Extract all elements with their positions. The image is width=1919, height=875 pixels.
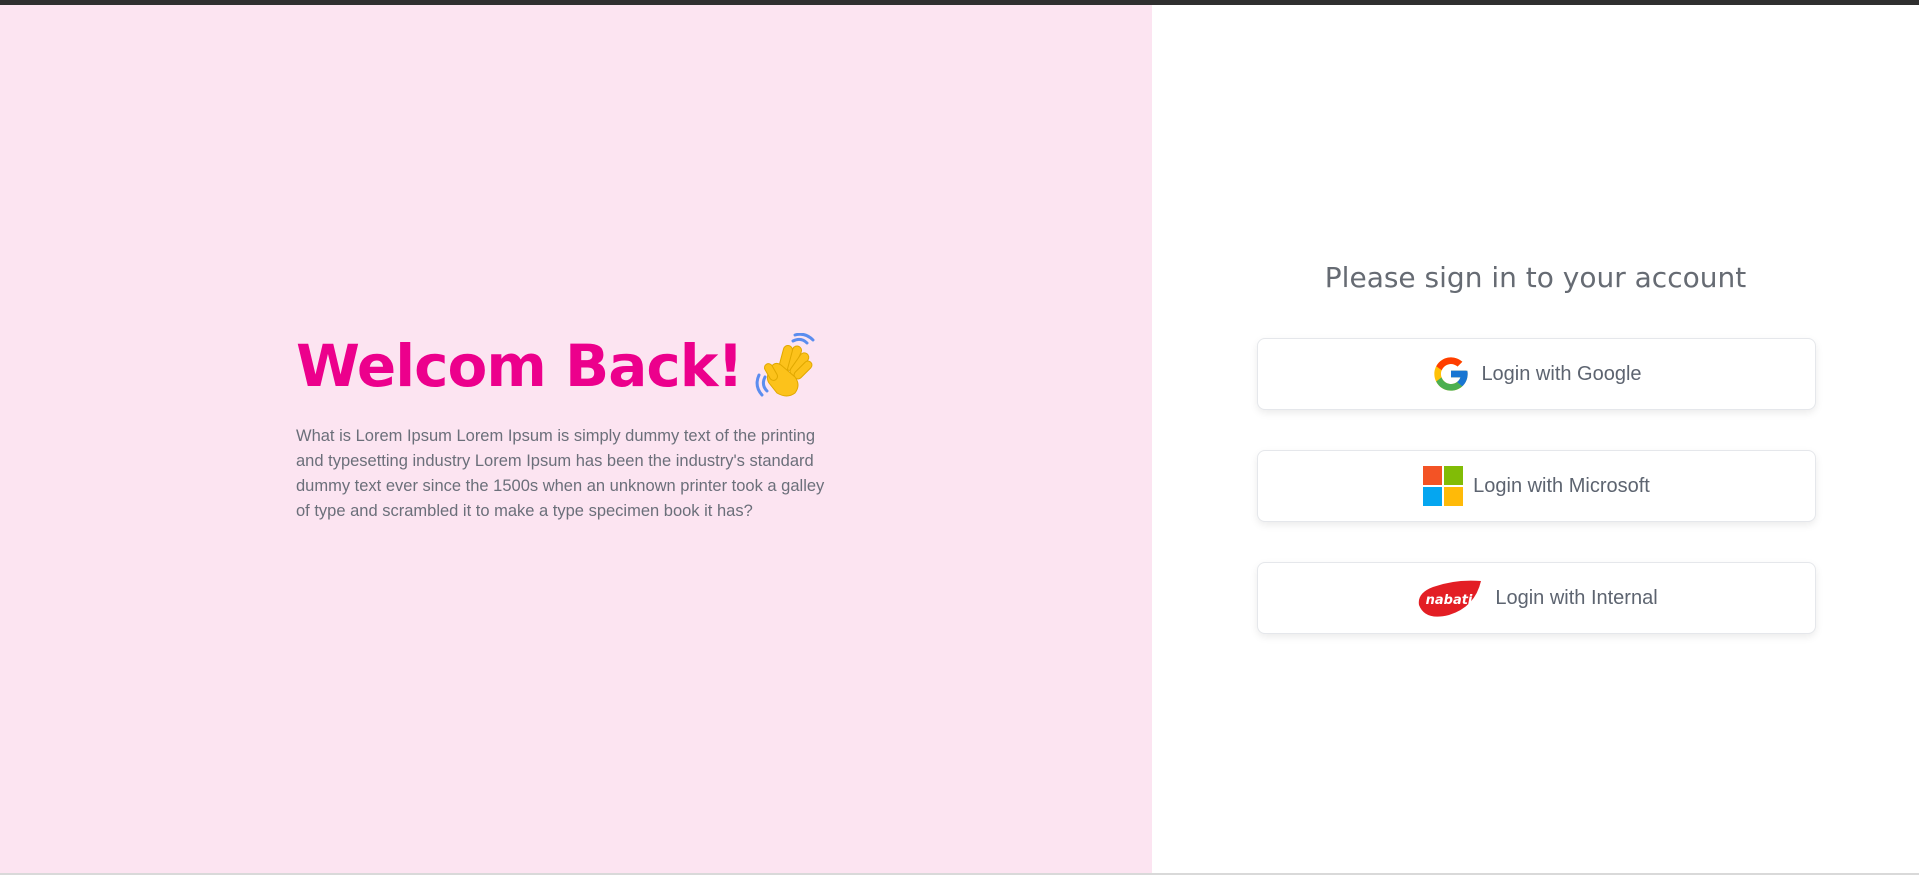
login-microsoft-label: Login with Microsoft xyxy=(1473,474,1650,497)
google-icon xyxy=(1431,354,1471,394)
welcome-heading: Welcom Back! xyxy=(296,328,819,404)
nabati-logo-icon: nabati xyxy=(1415,577,1483,619)
login-microsoft-button[interactable]: Login with Microsoft xyxy=(1257,450,1816,522)
waving-hand-icon xyxy=(755,333,815,397)
signin-heading: Please sign in to your account xyxy=(1324,261,1747,294)
welcome-description: What is Lorem Ipsum Lorem Ipsum is simpl… xyxy=(296,427,825,520)
login-internal-label: Login with Internal xyxy=(1495,586,1658,609)
welcome-title: Welcom Back! xyxy=(296,332,744,400)
signin-panel xyxy=(1152,5,1919,875)
login-google-button[interactable]: Login with Google xyxy=(1257,338,1816,410)
microsoft-icon xyxy=(1423,466,1464,506)
nabati-logo-text: nabati xyxy=(1426,593,1473,608)
login-google-label: Login with Google xyxy=(1481,362,1642,385)
login-internal-button[interactable]: nabati Login with Internal xyxy=(1257,562,1816,634)
